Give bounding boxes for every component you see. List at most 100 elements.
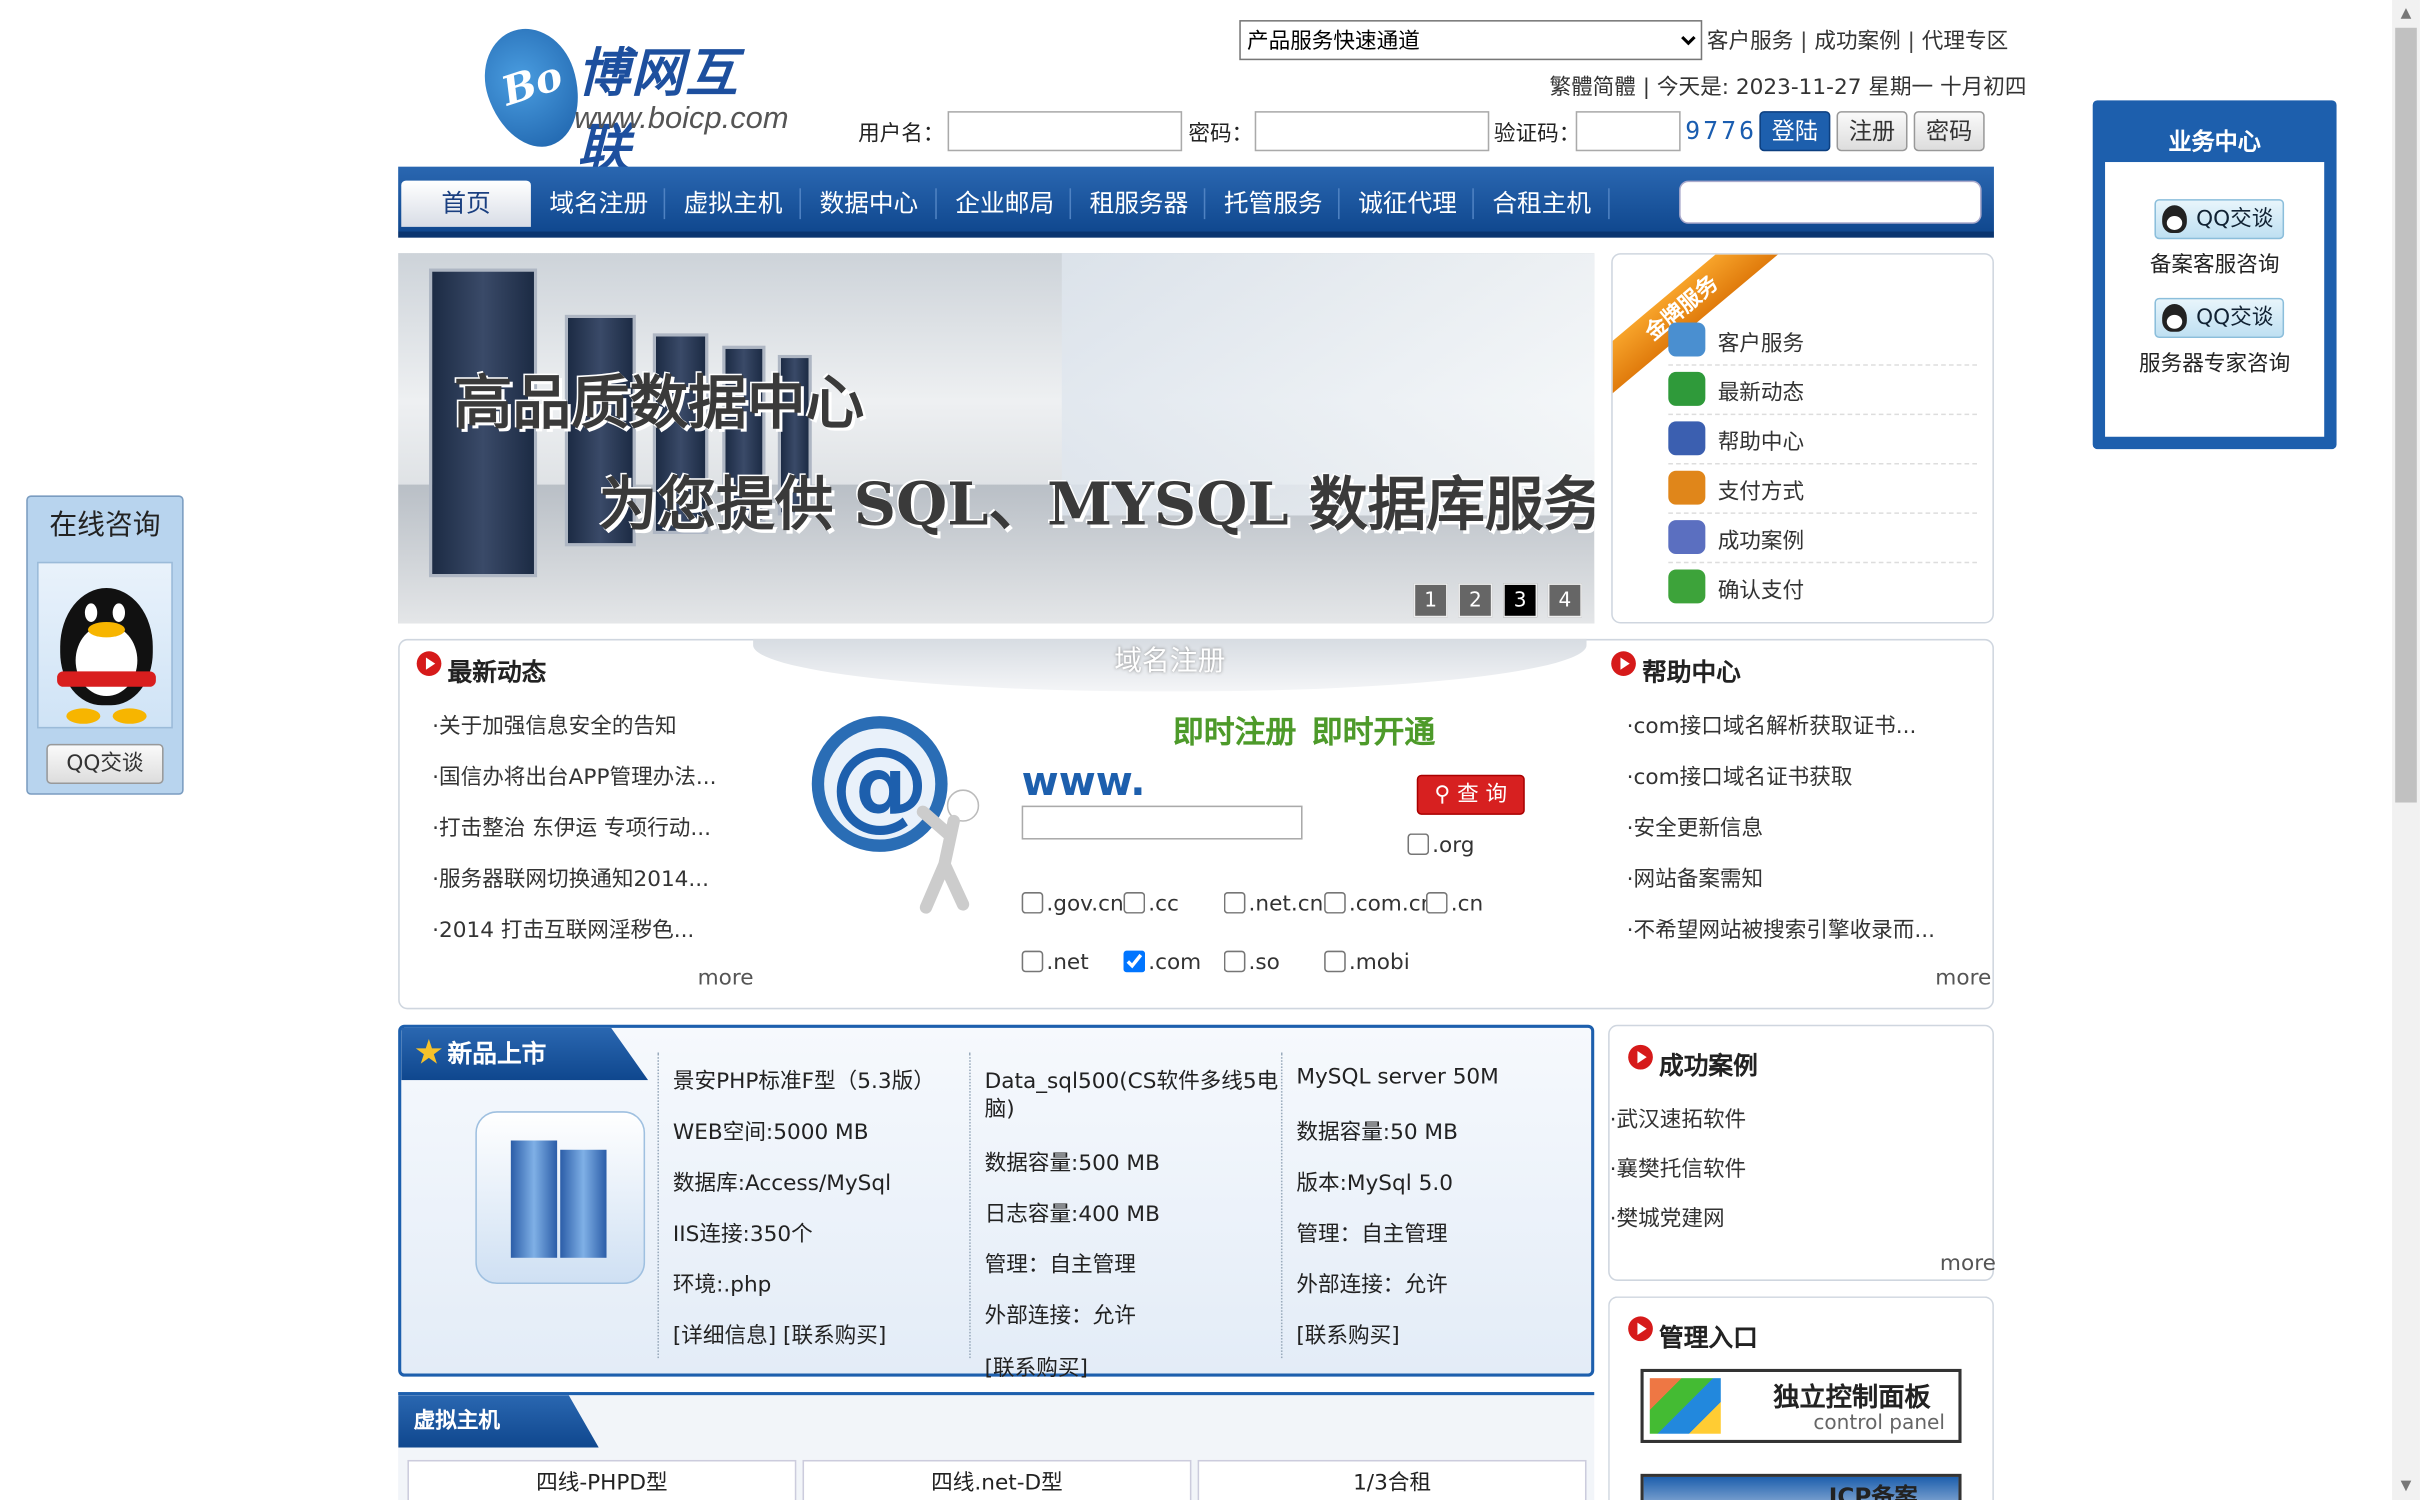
biz-qq-button-1[interactable]: QQ交谈 bbox=[2154, 199, 2285, 240]
tld-com-checkbox[interactable]: .com bbox=[1123, 950, 1201, 975]
col-divider bbox=[657, 1052, 659, 1359]
news-item[interactable]: ·打击整治 东伊运 专项行动... bbox=[432, 812, 711, 843]
tld-so-checkbox[interactable]: .so bbox=[1223, 950, 1280, 975]
nav-divider bbox=[1069, 188, 1072, 220]
scroll-down-icon[interactable]: ▼ bbox=[2392, 1472, 2420, 1500]
tld-net-checkbox[interactable]: .net bbox=[1021, 950, 1089, 975]
news-item[interactable]: ·2014 打击互联网淫秽色... bbox=[432, 914, 694, 945]
top-link-agent[interactable]: 代理专区 bbox=[1922, 29, 2008, 54]
tld-cn-checkbox[interactable]: .cn bbox=[1426, 892, 1483, 917]
tld-org-checkbox[interactable]: .org bbox=[1407, 833, 1475, 858]
help-item[interactable]: ·com接口域名证书获取 bbox=[1627, 761, 1853, 792]
date-prefix: 今天是: bbox=[1656, 75, 1730, 101]
case-item[interactable]: ·襄樊托信软件 bbox=[1610, 1153, 1747, 1184]
gold-item-news[interactable]: 最新动态 bbox=[1668, 366, 1977, 416]
qq-icon bbox=[2162, 304, 2187, 332]
nav-item-domain[interactable]: 域名注册 bbox=[537, 181, 660, 227]
nav-divider bbox=[1472, 188, 1474, 220]
register-button[interactable]: 注册 bbox=[1836, 111, 1908, 152]
captcha-input[interactable] bbox=[1575, 111, 1681, 152]
domain-input[interactable] bbox=[1021, 805, 1303, 840]
banner-slider[interactable]: 高品质数据中心 为您提供 SQL、MYSQL 数据库服务 1 2 3 4 bbox=[398, 253, 1595, 624]
captcha-image[interactable]: 9776 bbox=[1685, 116, 1757, 145]
vhost-card[interactable]: 四线.net-D型 bbox=[802, 1459, 1192, 1500]
username-label: 用户名： bbox=[858, 121, 945, 147]
biz-qq-button-2[interactable]: QQ交谈 bbox=[2154, 297, 2285, 338]
gold-item-cases[interactable]: 成功案例 bbox=[1668, 514, 1977, 564]
tld-mobi-checkbox[interactable]: .mobi bbox=[1324, 950, 1410, 975]
vhost-section: 虚拟主机 四线-PHPD型 四线.net-D型 1/3合租 bbox=[398, 1392, 1595, 1500]
scroll-up-icon[interactable]: ▲ bbox=[2392, 0, 2420, 28]
quick-channel-select[interactable]: 产品服务快速通道 bbox=[1239, 20, 1703, 61]
gold-item-customer-service[interactable]: 客户服务 bbox=[1668, 316, 1977, 366]
tld-cc-checkbox[interactable]: .cc bbox=[1123, 892, 1179, 917]
date-value: 2023-11-27 星期一 十月初四 bbox=[1735, 75, 2027, 101]
www-label: www. bbox=[1021, 759, 1146, 806]
logo-url: www.boicp.com bbox=[574, 101, 789, 136]
lang-trad-link[interactable]: 繁體 bbox=[1549, 76, 1592, 101]
nav-item-agent[interactable]: 诚征代理 bbox=[1344, 181, 1471, 227]
top-link-cases[interactable]: 成功案例 bbox=[1814, 29, 1900, 54]
nav-item-vhost[interactable]: 虚拟主机 bbox=[670, 181, 797, 227]
nav-item-home[interactable]: 首页 bbox=[401, 180, 531, 227]
qq-penguin-icon bbox=[37, 561, 173, 729]
query-label: 查 询 bbox=[1457, 782, 1508, 808]
vhost-tab: 虚拟主机 bbox=[398, 1395, 599, 1448]
scroll-thumb[interactable] bbox=[2395, 27, 2417, 803]
product-sql-links[interactable]: [联系购买] bbox=[985, 1352, 1088, 1383]
case-item[interactable]: ·武汉速拓软件 bbox=[1610, 1103, 1747, 1134]
tld-govcn-checkbox[interactable]: .gov.cn bbox=[1021, 892, 1124, 917]
domain-query-button[interactable]: ⚲ 查 询 bbox=[1416, 774, 1525, 815]
password-input[interactable] bbox=[1254, 111, 1490, 152]
site-logo[interactable]: Bo 博网互联 www.boicp.com bbox=[471, 16, 789, 181]
admin-title: 管理入口 bbox=[1659, 1322, 1758, 1352]
help-item[interactable]: ·安全更新信息 bbox=[1627, 812, 1764, 843]
gold-services: 金牌服务 客户服务 最新动态 帮助中心 支付方式 成功案例 确认支付 bbox=[1611, 253, 1994, 624]
banner-page-2[interactable]: 2 bbox=[1458, 583, 1493, 618]
username-input[interactable] bbox=[947, 111, 1183, 152]
consult-qq-button[interactable]: QQ交谈 bbox=[46, 743, 164, 784]
tld-comcn-checkbox[interactable]: .com.cn bbox=[1324, 892, 1434, 917]
gold-item-payment[interactable]: 支付方式 bbox=[1668, 465, 1977, 514]
product-mysql-links[interactable]: [联系购买] bbox=[1296, 1320, 1399, 1351]
server-product-icon bbox=[475, 1111, 646, 1285]
news-item[interactable]: ·服务器联网切换通知2014... bbox=[432, 863, 709, 894]
nav-item-mail[interactable]: 企业邮局 bbox=[941, 181, 1068, 227]
help-title: 帮助中心 bbox=[1642, 657, 1741, 687]
news-more-link[interactable]: more bbox=[698, 966, 754, 991]
nav-item-rent-server[interactable]: 租服务器 bbox=[1076, 181, 1203, 227]
main-nav: 首页 域名注册 虚拟主机 数据中心 企业邮局 租服务器 托管服务 诚征代理 合租… bbox=[398, 166, 1994, 238]
icp-link[interactable]: ICP备案 bbox=[1640, 1473, 1962, 1500]
banner-page-1[interactable]: 1 bbox=[1413, 583, 1448, 618]
news-item[interactable]: ·关于加强信息安全的告知 bbox=[432, 710, 677, 741]
nav-item-shared-host[interactable]: 合租主机 bbox=[1478, 181, 1605, 227]
case-item[interactable]: ·樊城党建网 bbox=[1610, 1202, 1725, 1233]
nav-item-datacenter[interactable]: 数据中心 bbox=[806, 181, 933, 227]
nav-item-hosting[interactable]: 托管服务 bbox=[1210, 181, 1337, 227]
gold-item-confirm-pay[interactable]: 确认支付 bbox=[1668, 563, 1977, 612]
help-item[interactable]: ·不希望网站被搜索引擎收录而... bbox=[1627, 914, 1935, 945]
page-scrollbar[interactable]: ▲ ▼ bbox=[2392, 0, 2420, 1500]
cases-more-link[interactable]: more bbox=[1940, 1252, 1996, 1277]
vhost-card[interactable]: 1/3合租 bbox=[1197, 1459, 1587, 1500]
gold-item-help[interactable]: 帮助中心 bbox=[1668, 415, 1977, 465]
help-item[interactable]: ·网站备案需知 bbox=[1627, 863, 1764, 894]
admin-panel: 管理入口 独立控制面板 control panel ICP备案 bbox=[1608, 1296, 1994, 1500]
tld-netcn-checkbox[interactable]: .net.cn bbox=[1223, 892, 1323, 917]
product-php-links[interactable]: [详细信息] [联系购买] bbox=[673, 1320, 886, 1351]
news-item[interactable]: ·国信办将出台APP管理办法... bbox=[432, 761, 716, 792]
nav-search-input[interactable] bbox=[1679, 180, 1982, 224]
domain-slogan-1: 即时注册 bbox=[1172, 713, 1297, 751]
help-more-link[interactable]: more bbox=[1935, 966, 1991, 991]
vhost-card[interactable]: 四线-PHPD型 bbox=[407, 1459, 797, 1500]
banner-page-4[interactable]: 4 bbox=[1547, 583, 1582, 618]
lang-simp-link[interactable]: 简體 bbox=[1593, 76, 1636, 101]
help-item[interactable]: ·com接口域名解析获取证书... bbox=[1627, 710, 1917, 741]
top-link-customer-service[interactable]: 客户服务 bbox=[1707, 29, 1793, 54]
control-panel-link[interactable]: 独立控制面板 control panel bbox=[1640, 1368, 1962, 1443]
banner-page-3[interactable]: 3 bbox=[1503, 583, 1538, 618]
password-button[interactable]: 密码 bbox=[1913, 111, 1985, 152]
col-divider bbox=[1280, 1052, 1283, 1359]
login-button[interactable]: 登陆 bbox=[1759, 111, 1831, 152]
new-products: 新品上市 ★ 景安PHP标准F型（5.3版） WEB空间:5000 MB 数据库… bbox=[398, 1024, 1595, 1381]
